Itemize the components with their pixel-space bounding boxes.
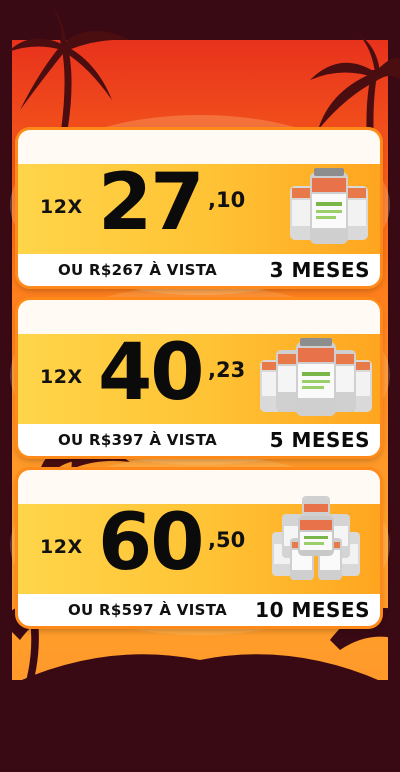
duration-label: 5 MESES <box>269 428 370 452</box>
cash-price: OU R$267 À VISTA <box>58 261 217 279</box>
bottle-pack-icon <box>272 496 360 580</box>
installment-price-cents: ,23 <box>208 358 246 382</box>
offer-card-5-months[interactable]: 12X 40 ,23 OU R$397 À VISTA 5 MESES <box>18 300 380 456</box>
duration-label: 3 MESES <box>269 258 370 282</box>
installment-count: 12X <box>40 366 83 388</box>
installment-price-integer: 27 <box>98 158 205 248</box>
installment-price-cents: ,50 <box>208 528 246 552</box>
bottle-pack-icon <box>260 338 372 416</box>
installment-count: 12X <box>40 536 83 558</box>
installment-price-cents: ,10 <box>208 188 246 212</box>
installment-price-integer: 40 <box>98 328 205 418</box>
duration-label: 10 MESES <box>255 598 370 622</box>
offer-card-10-months[interactable]: 12X 60 ,50 OU R$597 À VISTA 10 MESES <box>18 470 380 626</box>
bottle-pack-icon <box>290 168 368 244</box>
cash-price: OU R$397 À VISTA <box>58 431 217 449</box>
installment-price-integer: 60 <box>98 498 205 588</box>
offer-card-3-months[interactable]: 12X 27 ,10 OU R$267 À VISTA 3 MESES <box>18 130 380 286</box>
installment-count: 12X <box>40 196 83 218</box>
cash-price: OU R$597 À VISTA <box>68 601 227 619</box>
